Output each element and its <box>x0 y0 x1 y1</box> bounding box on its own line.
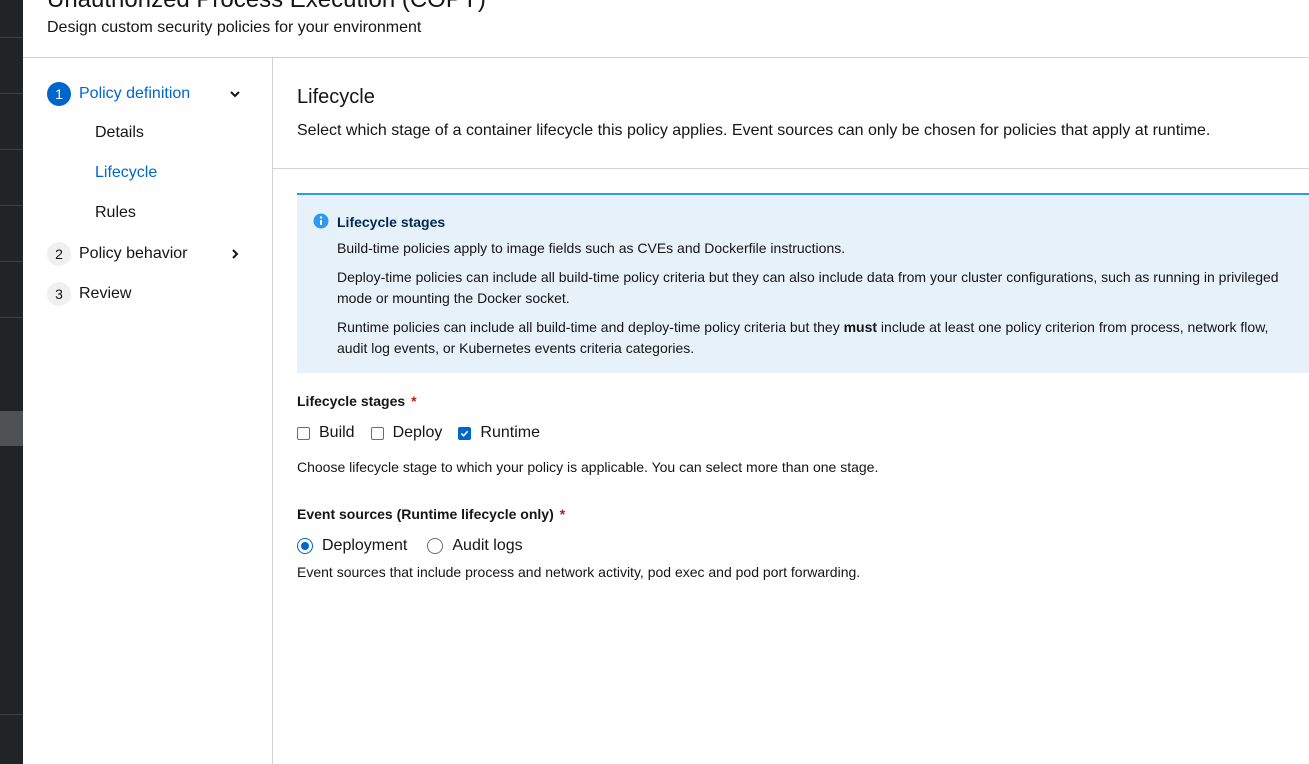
radio-button[interactable] <box>427 538 444 554</box>
alert-title: Lifecycle stages <box>337 214 446 230</box>
checkbox-box[interactable] <box>297 426 310 440</box>
step-label: Review <box>79 285 132 302</box>
checkbox-box[interactable] <box>370 426 384 440</box>
wizard-substep-lifecycle[interactable]: Lifecycle <box>95 164 157 182</box>
radio-deployment[interactable]: Deployment <box>297 537 407 555</box>
nav-divider <box>0 261 23 262</box>
chevron-right-icon[interactable] <box>229 248 241 260</box>
checkbox-label: Runtime <box>480 424 540 441</box>
section-title: Lifecycle <box>297 86 375 108</box>
checkbox-label: Deploy <box>392 424 443 441</box>
wizard-nav-divider <box>272 58 273 764</box>
alert-text-runtime-part: Runtime policies can include all build-t… <box>337 319 844 335</box>
page-subtitle: Design custom security policies for your… <box>47 19 422 36</box>
alert-text-build: Build-time policies apply to image field… <box>337 240 846 256</box>
nav-divider <box>0 317 23 318</box>
nav-divider <box>0 93 23 94</box>
step-label: Policy definition <box>79 85 191 102</box>
event-sources-helper-text: Event sources that include process and n… <box>297 564 861 580</box>
checkbox-deploy[interactable]: Deploy <box>370 424 443 442</box>
label-text: Lifecycle stages <box>297 393 406 409</box>
radio-audit-logs[interactable]: Audit logs <box>427 537 523 555</box>
step-number: 2 <box>47 242 71 266</box>
section-divider <box>273 168 1309 169</box>
wizard-step-policy-definition[interactable]: 1 Policy definition <box>47 82 247 106</box>
required-mark: * <box>411 393 417 409</box>
radio-button-selected[interactable] <box>297 538 313 554</box>
nav-divider <box>0 205 23 206</box>
checkbox-runtime[interactable]: Runtime <box>458 424 540 442</box>
wizard-step-policy-behavior[interactable]: 2 Policy behavior <box>47 242 247 266</box>
section-description: Select which stage of a container lifecy… <box>297 122 1211 139</box>
wizard-substep-details[interactable]: Details <box>95 124 144 142</box>
step-label: Policy behavior <box>79 245 188 262</box>
wizard-substep-rules[interactable]: Rules <box>95 204 136 222</box>
lifecycle-stages-label: Lifecycle stages * <box>297 393 417 409</box>
lifecycle-stages-group: Build Deploy Runtime <box>297 423 556 443</box>
step-number: 1 <box>47 82 71 106</box>
chevron-down-icon[interactable] <box>229 88 241 100</box>
checkmark-icon <box>461 430 469 437</box>
checkbox-build[interactable]: Build <box>297 424 355 442</box>
nav-item-active[interactable] <box>0 411 23 446</box>
event-sources-label: Event sources (Runtime lifecycle only) * <box>297 506 565 522</box>
step-number: 3 <box>47 282 71 306</box>
alert-text-runtime: Runtime policies can include all build-t… <box>337 317 1297 359</box>
alert-body: Build-time policies apply to image field… <box>337 238 1297 367</box>
checkbox-box-checked[interactable] <box>458 426 472 440</box>
header-divider <box>23 57 1309 58</box>
alert-text-deploy: Deploy-time policies can include all bui… <box>337 269 1279 306</box>
label-text: Event sources (Runtime lifecycle only) <box>297 506 554 522</box>
alert-text-emphasis: must <box>843 319 878 335</box>
nav-divider <box>0 37 23 38</box>
required-mark: * <box>559 506 566 522</box>
nav-divider <box>0 714 23 715</box>
global-nav-strip <box>0 0 23 764</box>
radio-label: Audit logs <box>452 537 523 554</box>
nav-divider <box>0 149 23 150</box>
checkbox-label: Build <box>319 424 355 441</box>
radio-label: Deployment <box>322 537 408 554</box>
page-title: Unauthorized Process Execution (COPY) <box>47 0 486 14</box>
event-sources-group: Deployment Audit logs <box>297 536 543 556</box>
wizard-step-review[interactable]: 3 Review <box>47 282 247 306</box>
lifecycle-helper-text: Choose lifecycle stage to which your pol… <box>297 459 879 475</box>
info-icon <box>313 213 329 229</box>
info-alert: Lifecycle stages Build-time policies app… <box>297 193 1309 373</box>
